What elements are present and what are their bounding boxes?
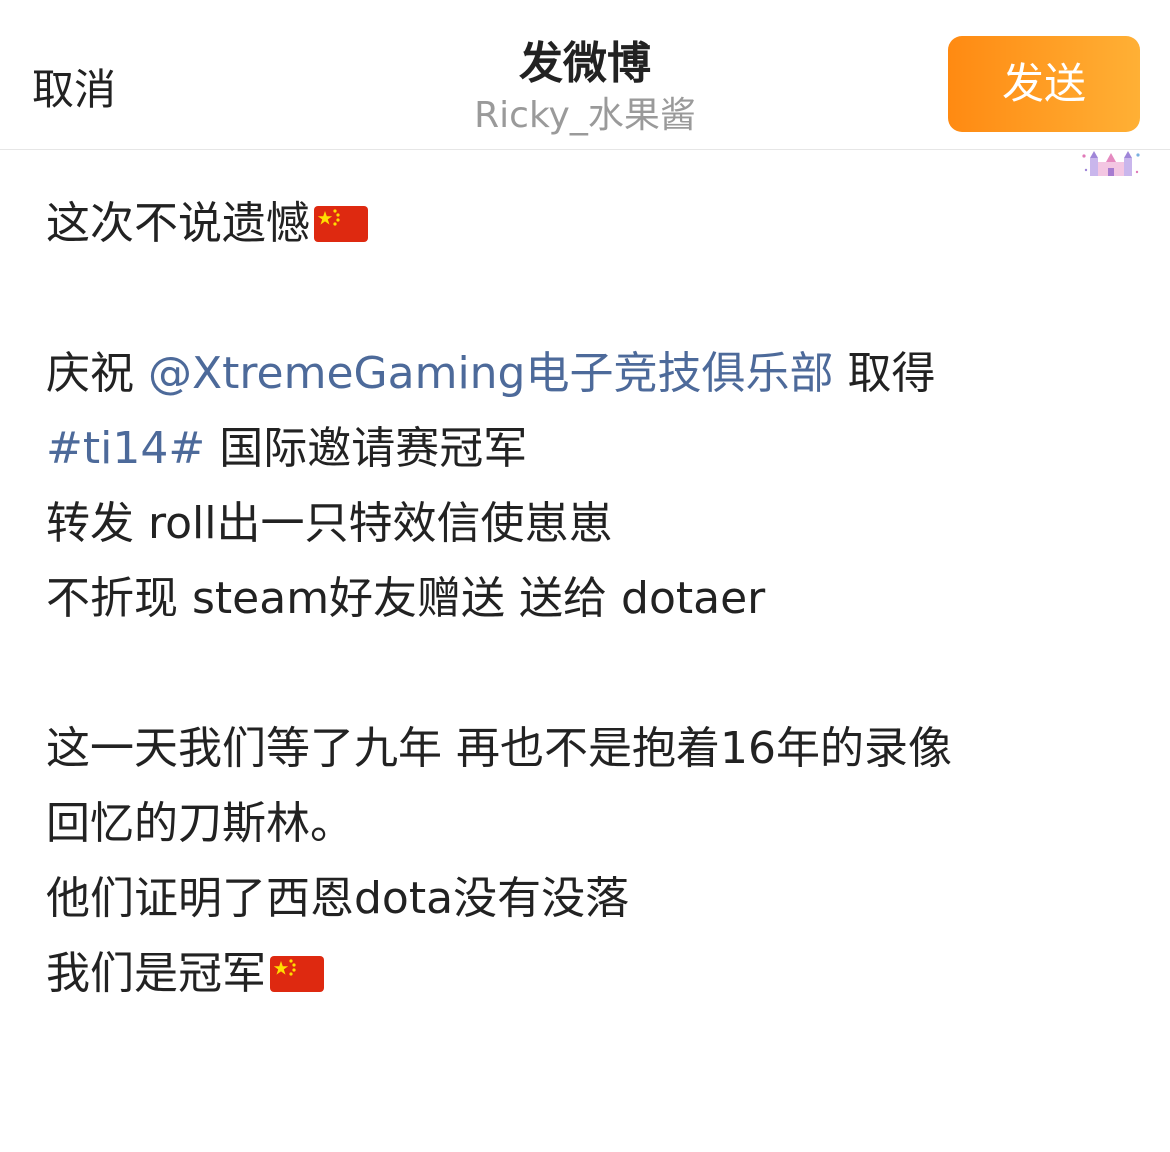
post-text: 取得 [833, 348, 936, 399]
page-title: 发微博 [519, 38, 651, 89]
post-line: 转发 roll出一只特效信使崽崽 [46, 486, 1146, 561]
post-text: 庆祝 [46, 348, 148, 399]
account-username: Ricky_水果酱 [474, 95, 696, 136]
compose-header: 取消 发微博 Ricky_水果酱 发送 [0, 0, 1170, 150]
cancel-button[interactable]: 取消 [32, 62, 116, 118]
mention-link[interactable]: @XtremeGaming电子竞技俱乐部 [148, 348, 833, 399]
china-flag-icon [314, 206, 368, 242]
post-text: 这次不说遗憾 [46, 198, 310, 249]
post-text: 他们证明了西恩dota没有没落 [46, 873, 630, 924]
post-text: 回忆的刀斯林。 [46, 798, 354, 849]
hashtag-link[interactable]: #ti14# [46, 423, 205, 474]
post-line: 他们证明了西恩dota没有没落 [46, 861, 1146, 936]
post-line: #ti14# 国际邀请赛冠军 [46, 411, 1146, 486]
post-body[interactable]: 这次不说遗憾 庆祝 @XtremeGaming电子竞技俱乐部 取得 #ti14#… [46, 186, 1146, 1011]
post-line: 我们是冠军 [46, 936, 1146, 1011]
post-text: 这一天我们等了九年 再也不是抱着16年的录像 [46, 723, 952, 774]
post-line: 不折现 steam好友赠送 送给 dotaer [46, 561, 1146, 636]
post-line: 这一天我们等了九年 再也不是抱着16年的录像 [46, 711, 1146, 786]
header-title-group: 发微博 Ricky_水果酱 [385, 36, 785, 140]
send-button[interactable]: 发送 [948, 36, 1140, 132]
post-text: 国际邀请赛冠军 [205, 423, 528, 474]
post-line: 这次不说遗憾 [46, 186, 1146, 261]
post-text: 不折现 steam好友赠送 送给 dotaer [46, 573, 766, 624]
post-line: 回忆的刀斯林。 [46, 786, 1146, 861]
post-text: 转发 roll出一只特效信使崽崽 [46, 498, 613, 549]
post-text: 我们是冠军 [46, 948, 266, 999]
castle-sticker-icon [1082, 151, 1140, 176]
china-flag-icon [270, 956, 324, 992]
post-line: 庆祝 @XtremeGaming电子竞技俱乐部 取得 [46, 336, 1146, 411]
